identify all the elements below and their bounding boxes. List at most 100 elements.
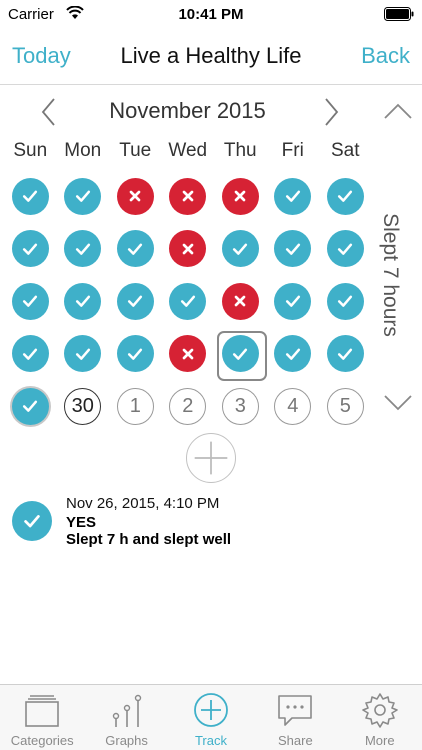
day-number: 2: [169, 387, 207, 425]
calendar-day[interactable]: [109, 223, 162, 276]
check-icon: [326, 335, 364, 373]
weekday-label: Fri: [281, 140, 304, 161]
check-icon: [274, 230, 312, 268]
calendar-day[interactable]: [267, 170, 320, 223]
clock: 10:41 PM: [178, 6, 244, 23]
calendar-day[interactable]: [162, 223, 215, 276]
tab-graphs[interactable]: Graphs: [84, 685, 168, 750]
calendar-day[interactable]: 5: [319, 380, 372, 433]
calendar-day[interactable]: [162, 275, 215, 328]
calendar-day[interactable]: [162, 170, 215, 223]
calendar-week: [4, 223, 372, 276]
calendar-week: [4, 275, 372, 328]
chevron-up-icon[interactable]: [382, 100, 414, 122]
weekday-label: Mon: [64, 140, 102, 161]
tab-share[interactable]: Share: [253, 685, 337, 750]
calendar-day[interactable]: [57, 328, 110, 381]
calendar-day[interactable]: [267, 328, 320, 381]
calendar-day[interactable]: [57, 170, 110, 223]
calendar-week: [4, 170, 372, 223]
check-icon: [274, 335, 312, 373]
tab-more[interactable]: More: [338, 685, 422, 750]
cross-icon: [169, 230, 207, 268]
check-icon: [64, 230, 102, 268]
add-entry-button[interactable]: [186, 433, 236, 483]
check-icon: [116, 282, 154, 320]
calendar-day[interactable]: 3: [214, 380, 267, 433]
check-icon: [64, 177, 102, 215]
weekday-label: Thu: [223, 140, 257, 161]
calendar-day[interactable]: [4, 275, 57, 328]
calendar-day[interactable]: [4, 170, 57, 223]
check-icon: [326, 230, 364, 268]
cross-icon: [116, 177, 154, 215]
calendar-day[interactable]: [4, 328, 57, 381]
entry-date: Nov 26, 2015, 4:10 PM: [66, 495, 220, 512]
navigation-bar: Today Live a Healthy Life Back: [0, 30, 422, 85]
check-icon: [274, 282, 312, 320]
calendar-day[interactable]: [109, 328, 162, 381]
tab-categories[interactable]: Categories: [0, 685, 84, 750]
entry-note: Slept 7 h and slept well: [66, 531, 232, 548]
check-icon: [64, 282, 102, 320]
check-icon: [11, 177, 49, 215]
calendar-day[interactable]: [109, 170, 162, 223]
check-icon: [221, 230, 259, 268]
back-button[interactable]: Back: [361, 43, 410, 69]
weekday-label: Sun: [13, 140, 48, 161]
share-icon: [278, 695, 313, 726]
calendar-day[interactable]: [109, 275, 162, 328]
day-number: 3: [221, 387, 259, 425]
calendar-day[interactable]: [4, 223, 57, 276]
calendar-week: 30 1 2 3 4 5: [4, 380, 372, 433]
entry-answer: YES: [66, 514, 97, 531]
check-icon: [64, 335, 102, 373]
page-title: Live a Healthy Life: [120, 43, 302, 68]
gear-icon: [361, 693, 398, 728]
status-bar: Carrier 10:41 PM: [0, 0, 422, 30]
calendar-day[interactable]: [4, 380, 57, 433]
chevron-down-icon[interactable]: [382, 392, 414, 414]
tab-label: Graphs: [105, 733, 148, 748]
calendar-day[interactable]: [267, 223, 320, 276]
calendar-day[interactable]: [57, 223, 110, 276]
check-icon: [221, 335, 259, 373]
tab-bar: Categories Graphs Track Share More: [0, 684, 422, 750]
week-summary-label: Slept 7 hours: [364, 170, 416, 380]
calendar-day[interactable]: [162, 328, 215, 381]
tab-label: More: [364, 733, 395, 748]
check-icon: [326, 177, 364, 215]
day-number: 4: [274, 387, 312, 425]
calendar-day[interactable]: [214, 170, 267, 223]
check-icon: [11, 335, 49, 373]
tab-label: Share: [278, 733, 313, 748]
check-icon: [326, 282, 364, 320]
next-month-icon[interactable]: [320, 96, 342, 128]
track-icon: [194, 693, 228, 727]
tab-label: Categories: [10, 733, 74, 748]
calendar-day[interactable]: 2: [162, 380, 215, 433]
check-icon: [12, 501, 52, 541]
day-number: 30: [64, 387, 102, 425]
weekday-label: Wed: [168, 140, 208, 161]
check-icon: [116, 335, 154, 373]
tab-track[interactable]: Track: [169, 685, 253, 750]
check-icon: [11, 230, 49, 268]
battery-icon: [384, 7, 414, 21]
calendar-day[interactable]: [214, 223, 267, 276]
calendar-day[interactable]: 1: [109, 380, 162, 433]
weekday-label: Tue: [119, 140, 152, 161]
previous-month-icon[interactable]: [38, 96, 60, 128]
calendar-day[interactable]: 4: [267, 380, 320, 433]
calendar-day[interactable]: [214, 275, 267, 328]
entry-item[interactable]: Nov 26, 2015, 4:10 PM YES Slept 7 h and …: [12, 495, 412, 555]
cross-icon: [221, 177, 259, 215]
calendar-day[interactable]: 30: [57, 380, 110, 433]
check-icon: [11, 282, 49, 320]
check-icon: [11, 387, 49, 425]
tab-label: Track: [194, 733, 227, 748]
cross-icon: [169, 335, 207, 373]
calendar-day[interactable]: [57, 275, 110, 328]
calendar-day[interactable]: [214, 328, 267, 380]
calendar-day[interactable]: [267, 275, 320, 328]
